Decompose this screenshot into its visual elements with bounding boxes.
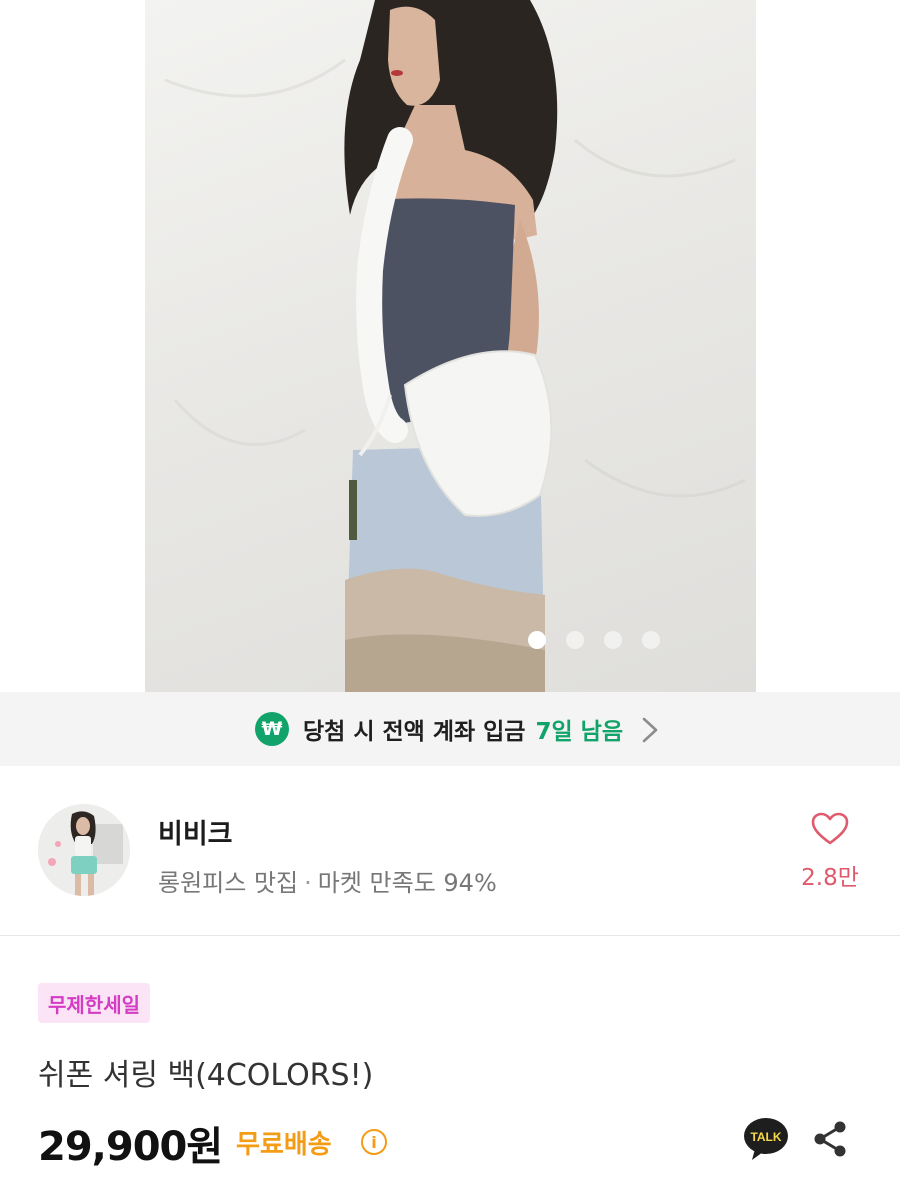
share-icon[interactable] [810, 1119, 850, 1163]
carousel-indicator [528, 631, 660, 649]
product-title: 쉬폰 셔링 백(4COLORS!) [38, 1058, 374, 1093]
carousel-dot[interactable] [528, 631, 546, 649]
like-count: 2.8만 [801, 865, 859, 891]
notice-message: 당첨 시 전액 계좌 입금 [303, 719, 526, 745]
heart-icon[interactable] [811, 812, 849, 850]
seller-satisfaction: 마켓 만족도 94% [317, 869, 497, 897]
free-shipping-label: 무료배송 [236, 1130, 332, 1160]
info-icon[interactable]: i [361, 1129, 387, 1155]
seller-name[interactable]: 비비크 [158, 812, 233, 851]
seller-tagline: 롱원피스 맛집 [158, 869, 299, 897]
notice-days-left: 7일 남음 [535, 719, 623, 745]
chevron-right-icon [640, 716, 660, 748]
won-icon: ₩ [255, 712, 289, 746]
product-photo-illustration [164, 0, 746, 692]
product-image-carousel[interactable] [0, 0, 900, 692]
separator: · [304, 869, 312, 897]
product-photo[interactable] [145, 0, 756, 692]
seller-section: 비비크 롱원피스 맛집 · 마켓 만족도 94% 2.8만 [0, 766, 900, 936]
product-price: 29,900원 [38, 1124, 223, 1170]
deposit-notice-banner[interactable]: ₩ 당첨 시 전액 계좌 입금 7일 남음 [0, 692, 900, 766]
sale-badge: 무제한세일 [38, 983, 150, 1023]
carousel-dot[interactable] [642, 631, 660, 649]
carousel-dot[interactable] [566, 631, 584, 649]
kakao-talk-icon[interactable]: TALK [742, 1116, 790, 1166]
seller-avatar[interactable] [38, 804, 130, 896]
talk-label: TALK [750, 1130, 781, 1144]
seller-description: 롱원피스 맛집 · 마켓 만족도 94% [158, 863, 497, 898]
carousel-dot[interactable] [604, 631, 622, 649]
